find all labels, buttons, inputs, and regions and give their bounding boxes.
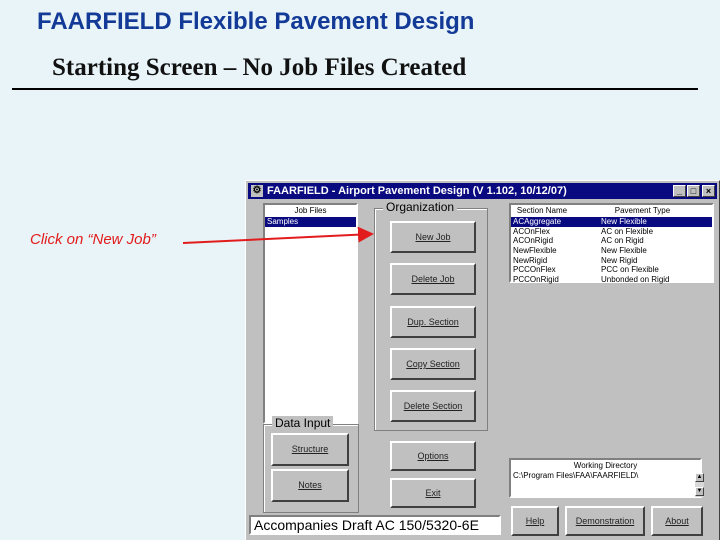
callout-arrow-icon xyxy=(182,226,374,244)
